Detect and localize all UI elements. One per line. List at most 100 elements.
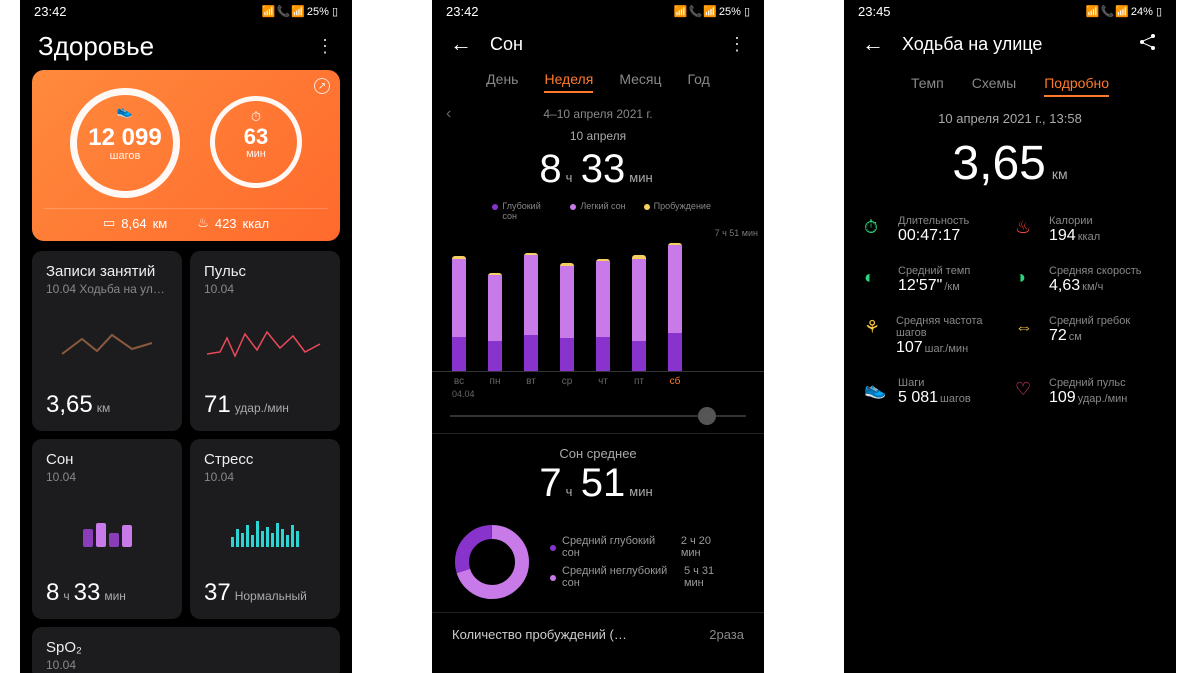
signal-icons: 📶 📞 📶: [1086, 5, 1128, 18]
card-sub: 10.04: [46, 658, 326, 672]
stat-pace: ◐ Средний темп12'57"/км: [864, 265, 1005, 295]
chart-xaxis: вспнвтсрчтптсб: [432, 372, 764, 387]
shoe-icon: 👟: [864, 379, 886, 400]
status-time: 23:45: [858, 4, 891, 19]
signal-icons: 📶 📞 📶: [674, 5, 716, 18]
axis-note: 7 ч 51 мин: [715, 228, 758, 238]
activity-summary-card[interactable]: ↗ 👟 12 099 шагов ⏱ 63 мин ▭ 8,64 км: [32, 70, 340, 241]
view-tabs: Темп Схемы Подробно: [844, 65, 1176, 111]
spo2-card[interactable]: SpO₂ 10.04: [32, 627, 340, 673]
more-icon[interactable]: ⋮: [316, 36, 334, 57]
footsteps-icon: ⚘: [864, 317, 884, 338]
slider-thumb[interactable]: [698, 407, 716, 425]
stress-card[interactable]: Стресс 10.04 37Нормальный: [190, 439, 340, 619]
heart-icon: ♡: [1015, 379, 1037, 400]
page-title: Здоровье: [38, 31, 316, 62]
sleep-total: 8ч 33мин: [432, 143, 764, 202]
card-sub: 10.04 Ходьба на ул…: [46, 282, 168, 296]
pulse-sparkline: [204, 296, 326, 391]
expand-icon[interactable]: ↗: [314, 78, 330, 94]
back-icon[interactable]: ←: [450, 31, 472, 57]
card-title: Пульс: [204, 263, 326, 280]
battery-icon: ▯: [744, 5, 750, 18]
status-bar: 23:42 📶 📞 📶 25% ▯: [20, 0, 352, 21]
page-title: Ходьба на улице: [902, 34, 1138, 55]
shoe-icon: 👟: [117, 103, 133, 119]
distance-value: 3,65км: [952, 136, 1067, 191]
tab-details[interactable]: Подробно: [1044, 75, 1109, 97]
range-slider[interactable]: [432, 401, 764, 427]
timer-icon: ⏱: [251, 109, 261, 125]
sleep-card[interactable]: Сон 10.04 8ч 33мин: [32, 439, 182, 619]
card-title: Сон: [46, 451, 168, 468]
pulse-card[interactable]: Пульс 10.04 71удар./мин: [190, 251, 340, 431]
wake-count-row[interactable]: Количество пробуждений (… 2раза: [432, 612, 764, 656]
gauge-icon: ◑: [1015, 267, 1037, 288]
status-bar: 23:45 📶 📞 📶24%▯: [844, 0, 1176, 21]
battery-icon: ▯: [1156, 5, 1162, 18]
minutes-label: мин: [246, 148, 266, 160]
status-time: 23:42: [34, 4, 67, 19]
tab-month[interactable]: Месяц: [619, 71, 661, 93]
status-bar: 23:42 📶 📞 📶25%▯: [432, 0, 764, 21]
battery-level: 25%: [307, 6, 329, 18]
workout-sparkline: [46, 296, 168, 391]
flame-icon: ♨: [197, 215, 209, 231]
share-icon[interactable]: [1138, 32, 1158, 57]
stat-speed: ◑ Средняя скорость4,63км/ч: [1015, 265, 1156, 295]
minutes-ring: ⏱ 63 мин: [210, 96, 302, 188]
avg-label: Сон среднее: [432, 446, 764, 461]
stat-cadence: ⚘ Средняя частота шагов107шаг./мин: [864, 315, 1005, 357]
status-right: 📶 📞 📶 25% ▯: [262, 5, 338, 18]
workout-datetime: 10 апреля 2021 г., 13:58: [844, 111, 1176, 126]
speedometer-icon: ◐: [864, 267, 886, 288]
sleep-mini-bars: [46, 484, 168, 579]
flame-icon: ♨: [1015, 217, 1037, 238]
status-time: 23:42: [446, 4, 479, 19]
card-sub: 10.04: [46, 470, 168, 484]
more-icon[interactable]: ⋮: [728, 34, 746, 55]
sleep-detail-screen: 23:42 📶 📞 📶25%▯ ← Сон ⋮ День Неделя Меся…: [432, 0, 764, 673]
xaxis-date: 04.04: [432, 387, 764, 401]
card-title: Записи занятий: [46, 263, 168, 280]
card-sub: 10.04: [204, 282, 326, 296]
chart-legend: Глубокий сон Легкий сон Пробуждение: [432, 202, 764, 222]
stat-duration: ⏱ Длительность00:47:17: [864, 215, 1005, 245]
stat-calories: ♨ Калории194ккал: [1015, 215, 1156, 245]
calories-stat: ♨ 423 ккал: [197, 215, 269, 231]
walk-detail-screen: 23:45 📶 📞 📶24%▯ ← Ходьба на улице Темп С…: [844, 0, 1176, 673]
date-range: 4–10 апреля 2021 г.: [543, 107, 652, 121]
selected-date: 10 апреля: [432, 129, 764, 143]
distance-stat: ▭ 8,64 км: [103, 215, 167, 231]
stress-mini-bars: [204, 484, 326, 579]
tab-year[interactable]: Год: [688, 71, 710, 93]
stat-steps: 👟 Шаги5 081шагов: [864, 377, 1005, 407]
sleep-week-chart[interactable]: 7 ч 51 мин: [432, 232, 764, 372]
battery-icon: ▯: [332, 5, 338, 18]
back-icon[interactable]: ←: [862, 31, 884, 57]
page-title: Сон: [490, 34, 728, 55]
map-icon: ▭: [103, 215, 115, 231]
workout-records-card[interactable]: Записи занятий 10.04 Ходьба на ул… 3,65к…: [32, 251, 182, 431]
tab-charts[interactable]: Схемы: [972, 75, 1016, 97]
stat-hr: ♡ Средний пульс109удар./мин: [1015, 377, 1156, 407]
steps-value: 12 099: [88, 124, 161, 152]
sleep-breakdown-donut: Средний глубокий сон2 ч 20 мин Средний н…: [432, 512, 764, 612]
minutes-value: 63: [244, 124, 268, 150]
clock-icon: ⏱: [864, 217, 886, 238]
card-title: Стресс: [204, 451, 326, 468]
header: Здоровье ⋮: [20, 21, 352, 70]
steps-ring: 👟 12 099 шагов: [70, 88, 180, 198]
stride-icon: ⇔: [1015, 317, 1037, 338]
card-title: SpO₂: [46, 639, 326, 656]
stat-stride: ⇔ Средний гребок72см: [1015, 315, 1156, 357]
tab-pace[interactable]: Темп: [911, 75, 944, 97]
health-dashboard-screen: 23:42 📶 📞 📶 25% ▯ Здоровье ⋮ ↗ 👟 12 099 …: [20, 0, 352, 673]
tab-week[interactable]: Неделя: [544, 71, 593, 93]
period-tabs: День Неделя Месяц Год: [432, 65, 764, 103]
card-sub: 10.04: [204, 470, 326, 484]
signal-icons: 📶 📞 📶: [262, 5, 304, 18]
steps-label: шагов: [110, 150, 141, 162]
prev-range-icon[interactable]: ‹: [446, 105, 451, 123]
tab-day[interactable]: День: [486, 71, 518, 93]
